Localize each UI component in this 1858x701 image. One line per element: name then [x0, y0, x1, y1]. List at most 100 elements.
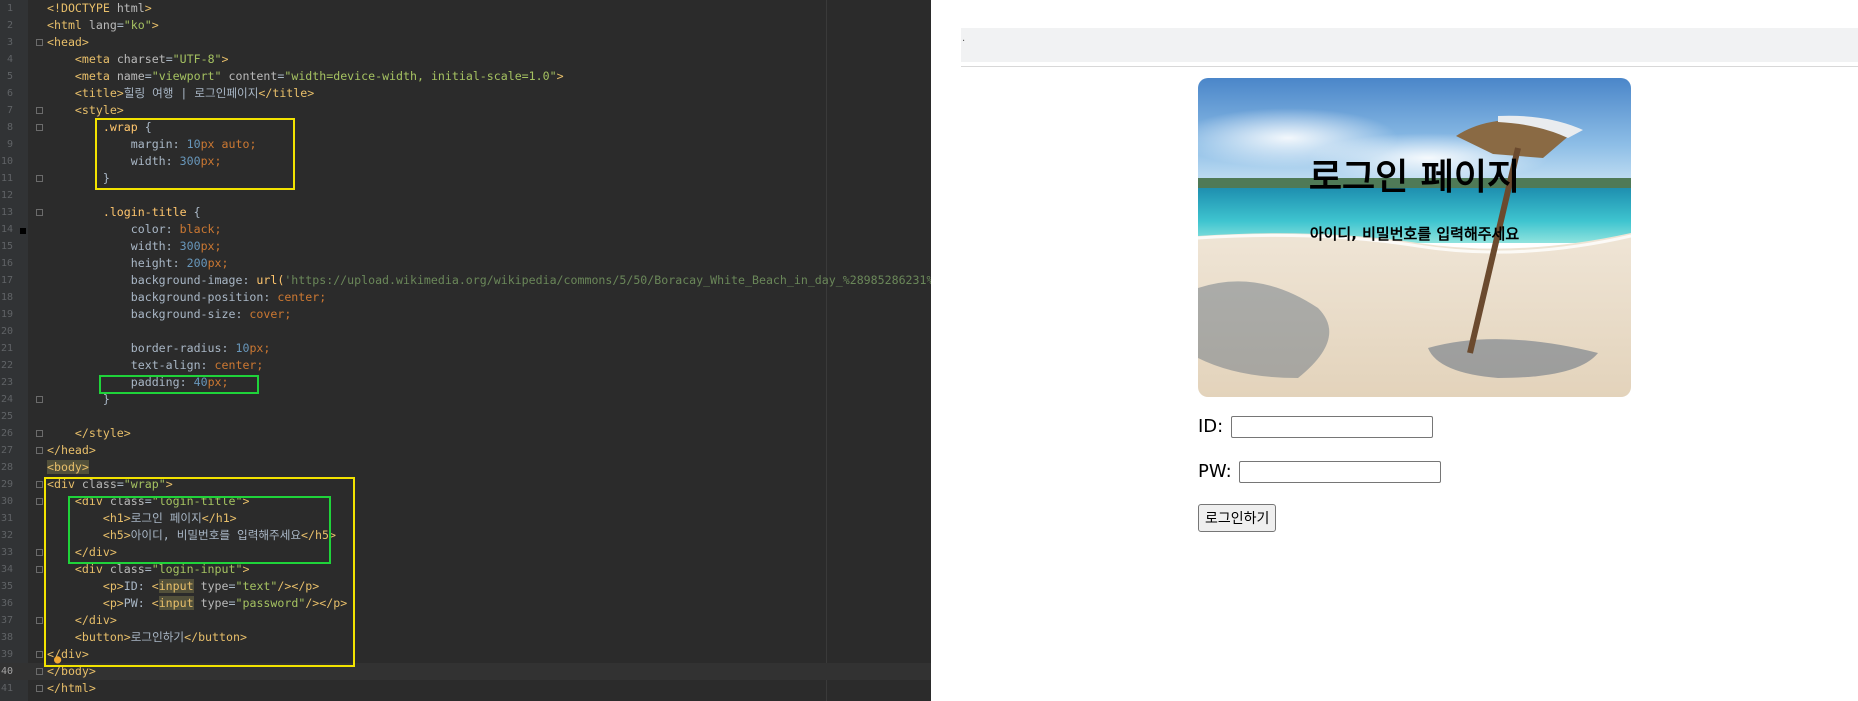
code-line[interactable]: 13 .login-title {: [0, 204, 931, 221]
fold-marker-icon[interactable]: [36, 668, 43, 675]
code-token: </head>: [47, 443, 96, 457]
code-token: lang: [88, 18, 117, 32]
id-input[interactable]: [1230, 416, 1433, 438]
fold-marker-icon[interactable]: [36, 209, 43, 216]
code-line[interactable]: 22 text-align: center;: [0, 357, 931, 374]
fold-marker-icon[interactable]: [36, 617, 43, 624]
code-token: 10: [235, 341, 250, 355]
fold-marker-icon[interactable]: [36, 447, 43, 454]
code-token: </style>: [74, 426, 131, 440]
login-heading: 로그인 페이지: [1308, 157, 1521, 198]
code-token: center;: [214, 358, 264, 372]
code-line[interactable]: 20: [0, 323, 931, 340]
code-token: >: [151, 18, 159, 32]
code-token: >: [221, 52, 229, 66]
line-number: 19: [0, 309, 13, 320]
code-text: <style>: [47, 102, 124, 119]
code-line[interactable]: 5 <meta name="viewport" content="width=d…: [0, 68, 931, 85]
fold-marker-icon[interactable]: [36, 549, 43, 556]
code-token: =: [165, 52, 173, 66]
code-text: background-size: cover;: [47, 306, 292, 323]
code-line[interactable]: 27 </head>: [0, 442, 931, 459]
code-token: <!DOCTYPE: [47, 1, 117, 15]
code-token: background-image:: [47, 273, 257, 287]
line-number: 14: [0, 224, 13, 235]
code-line[interactable]: 26 </style>: [0, 425, 931, 442]
fold-marker-icon[interactable]: [36, 107, 43, 114]
error-stripe-marker: [20, 228, 26, 234]
login-button[interactable]: 로그인하기: [1198, 504, 1277, 532]
code-token: <head>: [47, 35, 89, 49]
line-number: 13: [0, 207, 13, 218]
preview-toolbar: [961, 28, 1858, 62]
code-line[interactable]: 15 width: 300px;: [0, 238, 931, 255]
code-token: {: [186, 205, 201, 219]
code-token: =: [144, 69, 152, 83]
line-number: 7: [6, 105, 13, 116]
code-token: cover;: [249, 307, 292, 321]
fold-marker-icon[interactable]: [36, 124, 43, 131]
code-token: charset: [116, 52, 166, 66]
code-line[interactable]: 25: [0, 408, 931, 425]
code-text: <meta name="viewport" content="width=dev…: [47, 68, 564, 85]
fold-marker-icon[interactable]: [36, 481, 43, 488]
line-number: 11: [0, 173, 13, 184]
code-token: <body>: [47, 460, 89, 474]
code-line[interactable]: 3 <head>: [0, 34, 931, 51]
code-line[interactable]: 6 <title>힐링 여행 | 로그인페이지</title>: [0, 85, 931, 102]
code-line[interactable]: 7 <style>: [0, 102, 931, 119]
code-line[interactable]: 1 <!DOCTYPE html>: [0, 0, 931, 17]
code-line[interactable]: 14 color: black;: [0, 221, 931, 238]
code-token: 300: [179, 239, 201, 253]
code-line[interactable]: 19 background-size: cover;: [0, 306, 931, 323]
fold-marker-icon[interactable]: [36, 685, 43, 692]
fold-marker-icon[interactable]: [36, 175, 43, 182]
code-token: "viewport": [151, 69, 229, 83]
code-token: color:: [47, 222, 180, 236]
code-token: px;: [207, 256, 229, 270]
code-line[interactable]: 18 background-position: center;: [0, 289, 931, 306]
line-number: 16: [0, 258, 13, 269]
fold-marker-icon[interactable]: [36, 39, 43, 46]
line-number: 5: [6, 71, 13, 82]
code-text: text-align: center;: [47, 357, 264, 374]
code-token: px;: [200, 239, 222, 253]
code-token: </html>: [47, 681, 96, 695]
code-token: <html: [47, 18, 89, 32]
line-number: 40: [0, 666, 13, 677]
line-number: 26: [0, 428, 13, 439]
code-text: <meta charset="UTF-8">: [47, 51, 229, 68]
code-token: <meta: [74, 52, 117, 66]
line-number: 2: [6, 20, 13, 31]
line-number: 38: [0, 632, 13, 643]
login-title: 로그인 페이지 아이디, 비밀번호를 입력해주세요: [1198, 78, 1631, 397]
line-number: 10: [0, 156, 13, 167]
id-label: ID:: [1198, 416, 1224, 437]
code-line[interactable]: 16 height: 200px;: [0, 255, 931, 272]
code-line[interactable]: 21 border-radius: 10px;: [0, 340, 931, 357]
code-token: url(: [256, 273, 285, 287]
pw-input[interactable]: [1239, 461, 1442, 483]
code-line[interactable]: 17 background-image: url('https://upload…: [0, 272, 931, 289]
toolbar-glyph: ·: [962, 36, 966, 47]
code-line[interactable]: 2 <html lang="ko">: [0, 17, 931, 34]
code-line[interactable]: 41 </html>: [0, 680, 931, 697]
fold-marker-icon[interactable]: [36, 651, 43, 658]
code-token: name: [116, 69, 145, 83]
code-text: color: black;: [47, 221, 222, 238]
code-line[interactable]: 28 <body>: [0, 459, 931, 476]
code-editor[interactable]: 1 <!DOCTYPE html> 2 <html lang="ko"> 3 <head>…: [0, 0, 931, 701]
fold-marker-icon[interactable]: [36, 498, 43, 505]
fold-marker-icon[interactable]: [36, 396, 43, 403]
code-token: width:: [47, 239, 180, 253]
code-text: <html lang="ko">: [47, 17, 159, 34]
code-line[interactable]: 4 <meta charset="UTF-8">: [0, 51, 931, 68]
fold-marker-icon[interactable]: [36, 430, 43, 437]
line-number: 25: [0, 411, 13, 422]
fold-marker-icon[interactable]: [36, 566, 43, 573]
code-token: 'https://upload.wikimedia.org/wikipedia/…: [284, 273, 931, 287]
code-token: }: [47, 392, 110, 406]
